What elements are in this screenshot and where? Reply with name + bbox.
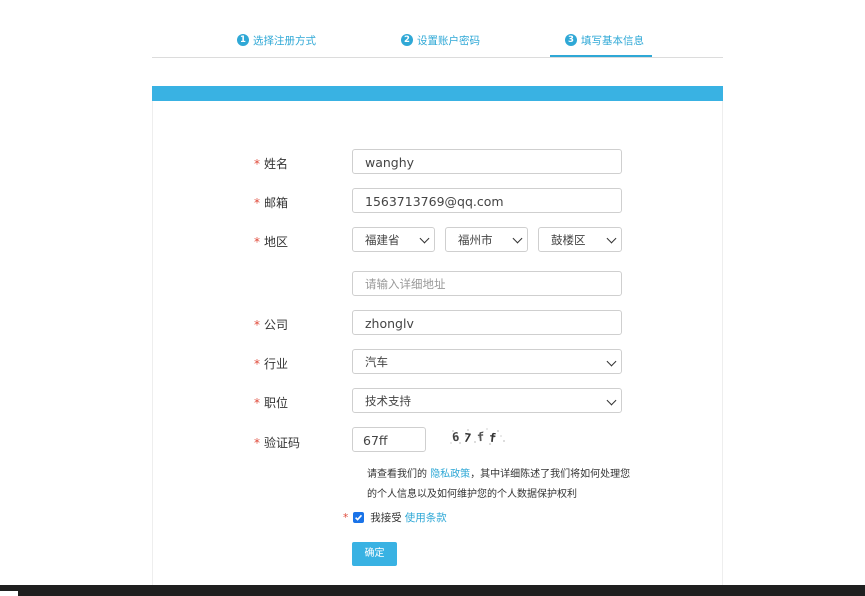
privacy-policy-link[interactable]: 隐私政策 xyxy=(430,469,470,480)
required-mark: * xyxy=(254,396,260,410)
os-taskbar xyxy=(0,585,865,596)
chevron-down-icon xyxy=(606,356,617,367)
industry-select[interactable]: 汽车 xyxy=(352,349,622,374)
captcha-label: * 验证码 xyxy=(254,436,301,450)
step-label: 填写基本信息 xyxy=(581,35,644,47)
captcha-image[interactable]: 6 7 f f xyxy=(448,428,508,446)
agree-text: 我接受 xyxy=(370,512,402,524)
check-icon xyxy=(355,514,363,521)
step-choose-method[interactable]: 1 选择注册方式 xyxy=(237,33,316,57)
email-label: * 邮箱 xyxy=(254,196,289,210)
province-value: 福建省 xyxy=(365,233,400,247)
name-input[interactable]: wanghy xyxy=(352,149,622,174)
step-label: 设置账户密码 xyxy=(417,35,480,47)
company-input[interactable]: zhonglv xyxy=(352,310,622,335)
svg-text:f: f xyxy=(488,431,497,446)
notice-prefix: 请查看我们的 xyxy=(367,469,427,480)
position-label: * 职位 xyxy=(254,396,289,410)
region-label: * 地区 xyxy=(254,235,289,249)
form-header-bar xyxy=(152,86,723,101)
svg-text:6: 6 xyxy=(451,430,460,445)
step-set-password[interactable]: 2 设置账户密码 xyxy=(401,33,480,57)
required-mark: * xyxy=(254,318,260,332)
step-label: 选择注册方式 xyxy=(253,35,316,47)
terms-of-use-link[interactable]: 使用条款 xyxy=(405,510,447,525)
start-icon[interactable] xyxy=(0,591,18,596)
email-input[interactable]: 1563713769@qq.com xyxy=(352,188,622,213)
privacy-notice: 请查看我们的 隐私政策，其中详细陈述了我们将如何处理您的个人信息以及如何维护您的… xyxy=(367,465,637,505)
province-select[interactable]: 福建省 xyxy=(352,227,435,252)
svg-text:7: 7 xyxy=(463,431,472,446)
city-value: 福州市 xyxy=(458,233,493,247)
chevron-down-icon xyxy=(512,233,523,244)
terms-agreement: * 我接受 使用条款 xyxy=(343,510,447,525)
captcha-input[interactable]: 67ff xyxy=(352,427,426,452)
industry-label: * 行业 xyxy=(254,357,289,371)
city-select[interactable]: 福州市 xyxy=(445,227,528,252)
company-label: * 公司 xyxy=(254,318,289,332)
terms-checkbox[interactable] xyxy=(353,512,365,523)
industry-value: 汽车 xyxy=(365,355,388,369)
position-value: 技术支持 xyxy=(365,394,411,408)
chevron-down-icon xyxy=(419,233,430,244)
address-input[interactable]: 请输入详细地址 xyxy=(352,271,622,296)
required-mark: * xyxy=(254,436,260,450)
step-number-icon: 1 xyxy=(237,34,249,46)
required-mark: * xyxy=(254,196,260,210)
required-mark: * xyxy=(254,357,260,371)
svg-text:f: f xyxy=(477,430,485,444)
step-basic-info[interactable]: 3 填写基本信息 xyxy=(550,33,652,57)
position-select[interactable]: 技术支持 xyxy=(352,388,622,413)
required-mark: * xyxy=(254,157,260,171)
chevron-down-icon xyxy=(606,233,617,244)
step-number-icon: 2 xyxy=(401,34,413,46)
step-number-icon: 3 xyxy=(565,34,577,46)
district-value: 鼓楼区 xyxy=(551,233,586,247)
required-mark: * xyxy=(343,511,349,524)
district-select[interactable]: 鼓楼区 xyxy=(538,227,622,252)
confirm-button[interactable]: 确定 xyxy=(352,542,397,566)
registration-steps: 1 选择注册方式 2 设置账户密码 3 填写基本信息 xyxy=(152,26,723,58)
chevron-down-icon xyxy=(606,395,617,406)
required-mark: * xyxy=(254,235,260,249)
name-label: * 姓名 xyxy=(254,157,289,171)
